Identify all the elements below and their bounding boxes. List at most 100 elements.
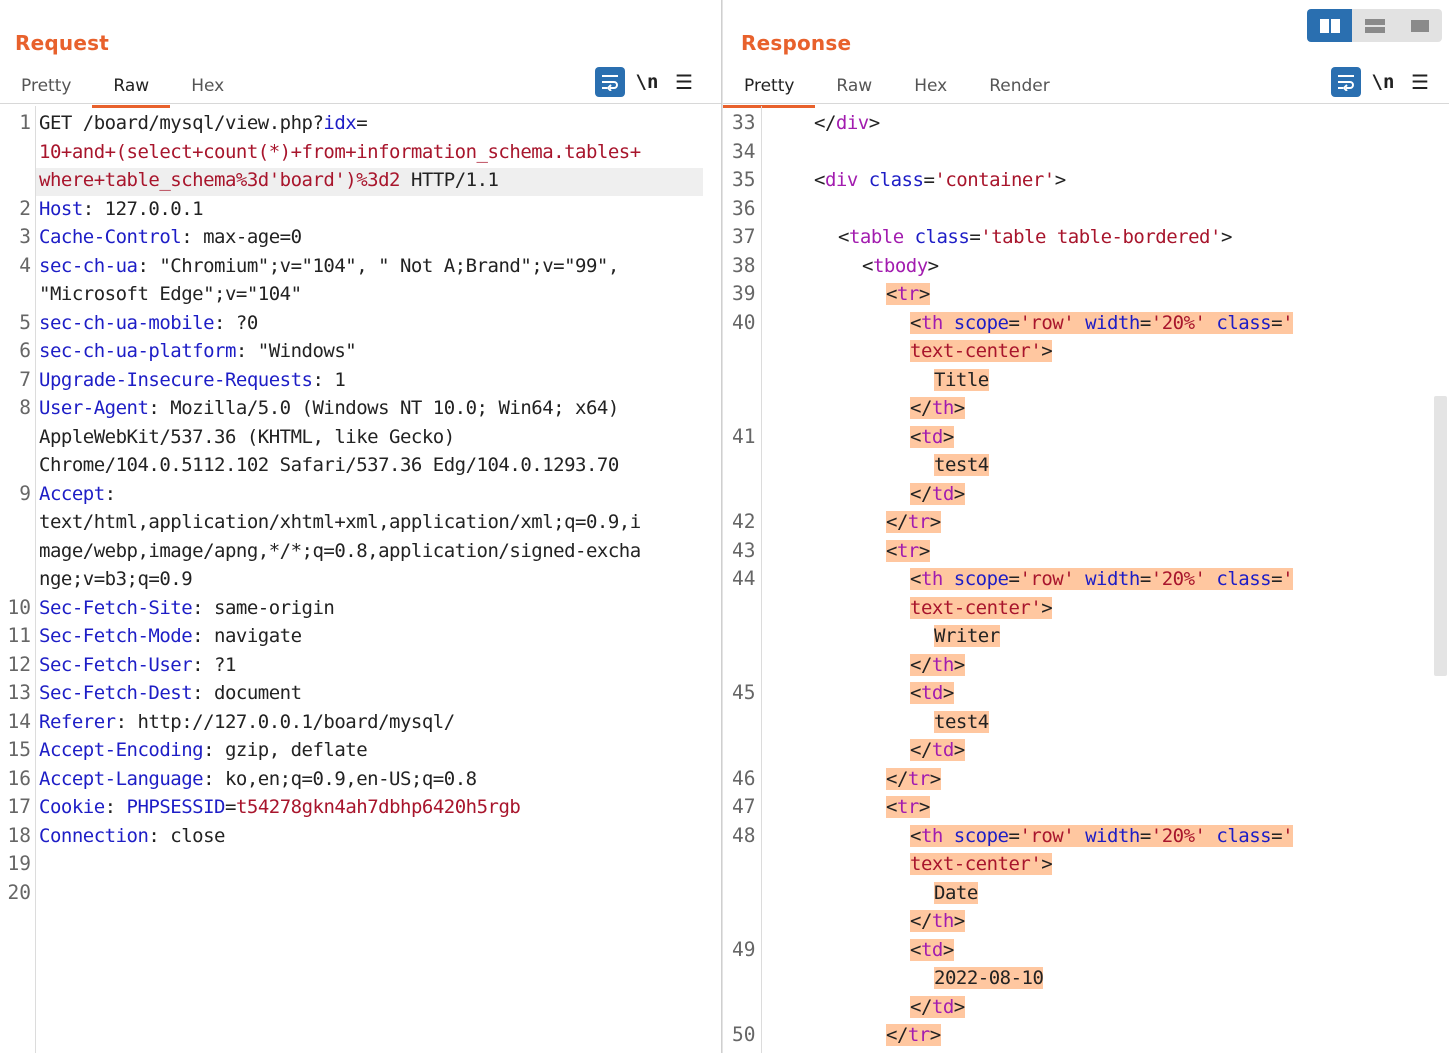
code-token: 'row' [1019,568,1075,590]
hamburger-menu-icon[interactable]: ☰ [1405,70,1435,95]
code-token: : [104,796,127,818]
code-line: User-Agent: Mozilla/5.0 (Windows NT 10.0… [39,394,619,423]
line-number: 10 [7,595,31,619]
layout-toggle [1307,9,1442,42]
code-line: sec-ch-ua: "Chromium";v="104", " Not A;B… [39,252,619,281]
code-token: text-center' [910,340,1042,362]
code-token: < [910,824,921,847]
code-token: : "Chromium";v="104", " Not A;Brand";v="… [137,254,619,277]
vertical-scrollbar[interactable] [1434,396,1447,676]
code-line: </td> [910,993,965,1022]
tab-raw[interactable]: Raw [92,73,170,108]
tab-pretty[interactable]: Pretty [723,73,816,108]
code-line: </div> [814,109,880,138]
code-token: < [886,539,897,562]
code-token: Cookie [39,796,105,818]
hamburger-menu-icon[interactable]: ☰ [669,70,699,95]
tab-raw[interactable]: Raw [815,73,893,104]
code-token: '20%' [1150,568,1206,590]
request-editor[interactable]: 1 GET /board/mysql/view.php?idx= 10+and+(s… [0,106,721,1053]
code-line: Cache-Control: max-age=0 [39,223,302,252]
request-toolbar: \n ☰ [595,67,699,97]
code-line: Accept: [39,480,116,509]
response-editor[interactable]: 33 </div> 34 35 <div class='container'> 36 37 <… [723,106,1449,1053]
code-token: scope [953,824,1009,847]
code-line: text/html,application/xhtml+xml,applicat… [39,508,641,537]
code-token: text/html,application/xhtml+xml,applicat… [39,511,641,533]
code-line: <table class='table table-bordered'> [838,223,1232,252]
code-token: > [868,112,880,134]
code-token: Title [934,368,989,391]
code-token: Connection [39,824,149,847]
code-line: Accept-Language: ko,en;q=0.9,en-US;q=0.8 [39,765,477,794]
line-number: 41 [732,424,756,448]
code-line: GET /board/mysql/view.php?idx= [39,109,368,138]
show-newlines-button[interactable]: \n [625,71,669,93]
line-number: 1 [19,111,31,134]
code-token: test4 [934,454,989,476]
top-bottom-layout-icon[interactable] [1352,9,1397,42]
code-line: </tr> [886,1021,941,1050]
code-token: Accept-Language [39,767,204,790]
line-number: 2 [19,196,31,220]
tab-hex[interactable]: Hex [893,73,968,104]
tab-render[interactable]: Render [968,73,1071,104]
code-token: th [931,653,954,676]
code-token: '20%' [1150,824,1206,847]
code-token: "Microsoft Edge";v="104" [39,283,302,305]
code-token: Sec-Fetch-User [39,653,193,676]
line-number: 7 [19,367,31,391]
code-line: Chrome/104.0.5112.102 Safari/537.36 Edg/… [39,451,619,480]
code-line: 10+and+(select+count(*)+from+information… [39,138,641,167]
code-line: "Microsoft Edge";v="104" [39,280,302,309]
code-token: > [1054,169,1066,191]
code-token: tr [896,283,919,305]
code-line: </td> [910,480,965,509]
code-token: table [848,226,904,248]
line-number: 18 [7,823,31,847]
code-line: </th> [910,651,965,680]
code-token: > [953,653,965,676]
response-tabs: Pretty Raw Hex Render [723,73,1071,108]
code-token: 'container' [934,169,1055,191]
code-token: < [886,796,897,818]
code-token: width [1085,568,1140,590]
code-token: : ko,en;q=0.9,en-US;q=0.8 [203,767,477,790]
code-token: < [910,311,921,334]
line-number: 6 [19,339,31,362]
code-token: > [953,397,965,419]
side-by-side-layout-icon[interactable] [1307,9,1352,42]
tab-hex[interactable]: Hex [170,73,245,104]
code-token: Date [934,881,978,904]
tab-pretty[interactable]: Pretty [0,73,92,104]
code-line: Cookie: PHPSESSID=t54278gkn4ah7dbhp6420h… [39,793,521,822]
show-newlines-button[interactable]: \n [1361,71,1405,93]
code-token: = [1008,311,1020,334]
code-line: Sec-Fetch-Site: same-origin [39,594,335,623]
request-pane: Request Pretty Raw Hex \n ☰ 1 GET /board/… [0,0,722,1053]
wrap-lines-icon[interactable] [595,67,625,97]
code-token: class [1216,311,1272,334]
code-token: td [920,938,943,961]
code-token: </ [886,511,908,533]
code-token: : navigate [192,625,302,647]
code-token: div [835,112,869,134]
code-token: 2022-08-10 [934,967,1044,989]
line-number: 42 [732,510,756,533]
response-title: Response [741,31,852,55]
single-pane-layout-icon[interactable] [1397,9,1442,42]
wrap-lines-icon[interactable] [1331,67,1361,97]
code-token: tr [907,1024,930,1046]
code-token: : Mozilla/5.0 (Windows NT 10.0; Win64; x… [148,397,619,419]
code-line: Title [934,366,989,395]
code-line: <th scope='row' width='20%' class=' [910,565,1294,594]
code-token: = [969,226,981,248]
code-token: class [868,169,924,191]
code-token: < [814,169,825,191]
code-token: '20%' [1150,311,1206,334]
line-number: 46 [732,766,756,790]
code-token: scope [953,311,1009,334]
code-token: th [931,397,954,419]
